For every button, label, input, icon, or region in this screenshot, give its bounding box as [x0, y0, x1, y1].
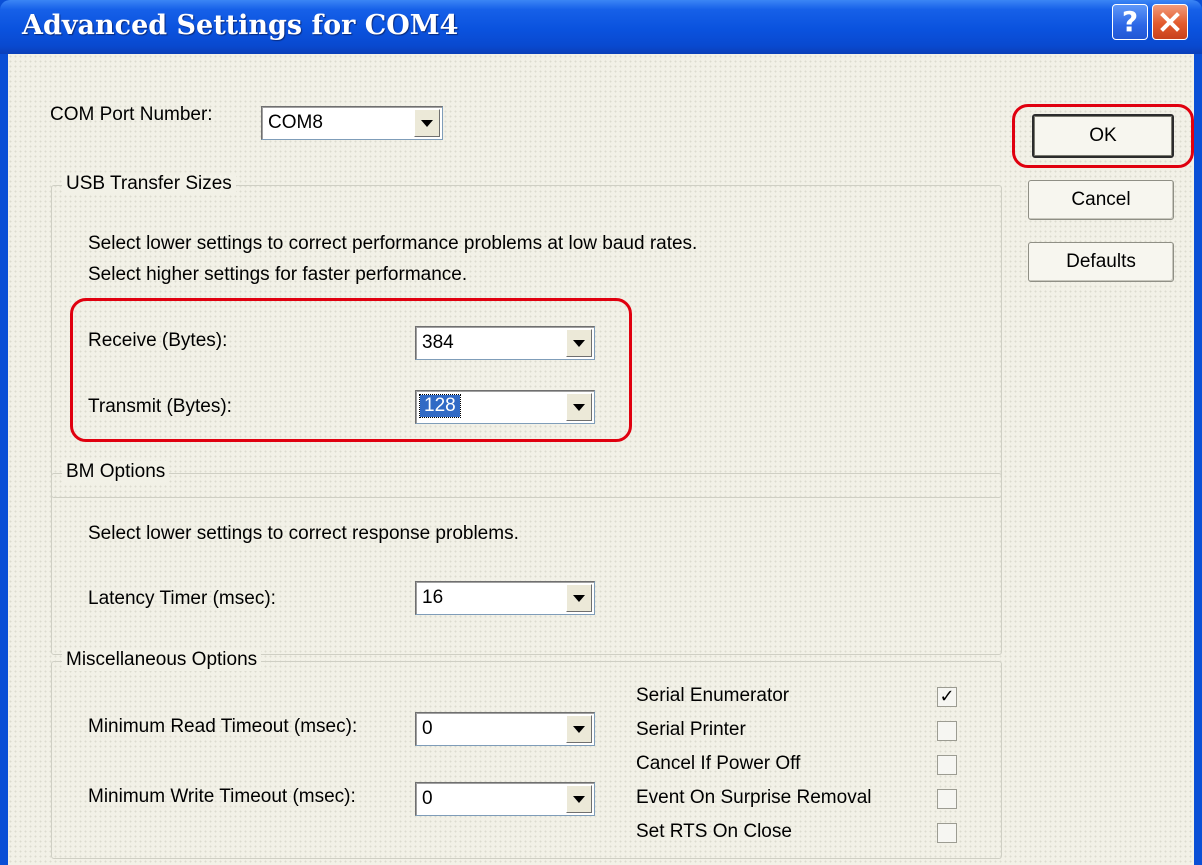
serial-printer-label: Serial Printer	[636, 719, 746, 740]
latency-timer-label: Latency Timer (msec):	[88, 588, 276, 609]
serial-printer-checkbox[interactable]	[937, 721, 957, 741]
usb-hint-line-1: Select lower settings to correct perform…	[88, 233, 698, 254]
window-title: Advanced Settings for COM4	[22, 10, 459, 41]
serial-enumerator-label: Serial Enumerator	[636, 685, 790, 706]
misc-options-title: Miscellaneous Options	[62, 649, 262, 671]
serial-enumerator-checkbox[interactable]: ✓	[937, 687, 957, 707]
help-icon: ?	[1121, 5, 1139, 38]
check-icon: ✓	[939, 686, 955, 707]
chevron-down-icon	[421, 119, 433, 127]
transfer-size-highlight-annotation	[70, 298, 632, 442]
min-read-timeout-select[interactable]: 0	[415, 712, 595, 746]
latency-dropdown-button[interactable]	[566, 584, 592, 612]
latency-timer-value: 16	[422, 587, 444, 608]
close-button[interactable]	[1152, 4, 1188, 40]
com-port-select[interactable]: COM8	[261, 106, 443, 140]
ok-highlight-annotation	[1012, 104, 1194, 168]
latency-timer-select[interactable]: 16	[415, 581, 595, 615]
min-read-dropdown-button[interactable]	[566, 715, 592, 743]
close-icon	[1160, 12, 1180, 32]
title-bar[interactable]: Advanced Settings for COM4 ?	[0, 0, 1202, 54]
bm-options-group: BM Options Select lower settings to corr…	[51, 461, 1002, 655]
usb-transfer-sizes-group: USB Transfer Sizes Select lower settings…	[51, 173, 1002, 498]
chevron-down-icon	[573, 594, 585, 602]
set-rts-on-close-label: Set RTS On Close	[636, 821, 792, 842]
chevron-down-icon	[573, 795, 585, 803]
defaults-button[interactable]: Defaults	[1028, 242, 1174, 282]
event-on-surprise-removal-checkbox[interactable]	[937, 789, 957, 809]
misc-options-group: Miscellaneous Options Minimum Read Timeo…	[51, 649, 1002, 859]
com-port-dropdown-button[interactable]	[414, 109, 440, 137]
chevron-down-icon	[573, 725, 585, 733]
bm-options-title: BM Options	[62, 461, 170, 483]
min-write-timeout-label: Minimum Write Timeout (msec):	[88, 786, 356, 807]
cancel-button[interactable]: Cancel	[1028, 180, 1174, 220]
min-read-timeout-value: 0	[422, 718, 433, 739]
event-on-surprise-removal-label: Event On Surprise Removal	[636, 787, 872, 808]
help-button[interactable]: ?	[1112, 4, 1148, 40]
cancel-if-power-off-checkbox[interactable]	[937, 755, 957, 775]
min-write-timeout-value: 0	[422, 788, 433, 809]
cancel-if-power-off-label: Cancel If Power Off	[636, 753, 801, 774]
usb-hint-line-2: Select higher settings for faster perfor…	[88, 264, 468, 285]
com-port-value: COM8	[268, 112, 323, 133]
min-write-dropdown-button[interactable]	[566, 785, 592, 813]
bm-options-hint: Select lower settings to correct respons…	[88, 523, 519, 544]
usb-transfer-sizes-title: USB Transfer Sizes	[62, 173, 236, 195]
dialog-client-area: COM Port Number: COM8 OK Cancel Defaults…	[8, 54, 1194, 865]
dialog-window: Advanced Settings for COM4 ? COM Port Nu…	[0, 0, 1202, 865]
min-write-timeout-select[interactable]: 0	[415, 782, 595, 816]
min-read-timeout-label: Minimum Read Timeout (msec):	[88, 716, 358, 737]
set-rts-on-close-checkbox[interactable]	[937, 823, 957, 843]
com-port-label: COM Port Number:	[50, 104, 213, 125]
